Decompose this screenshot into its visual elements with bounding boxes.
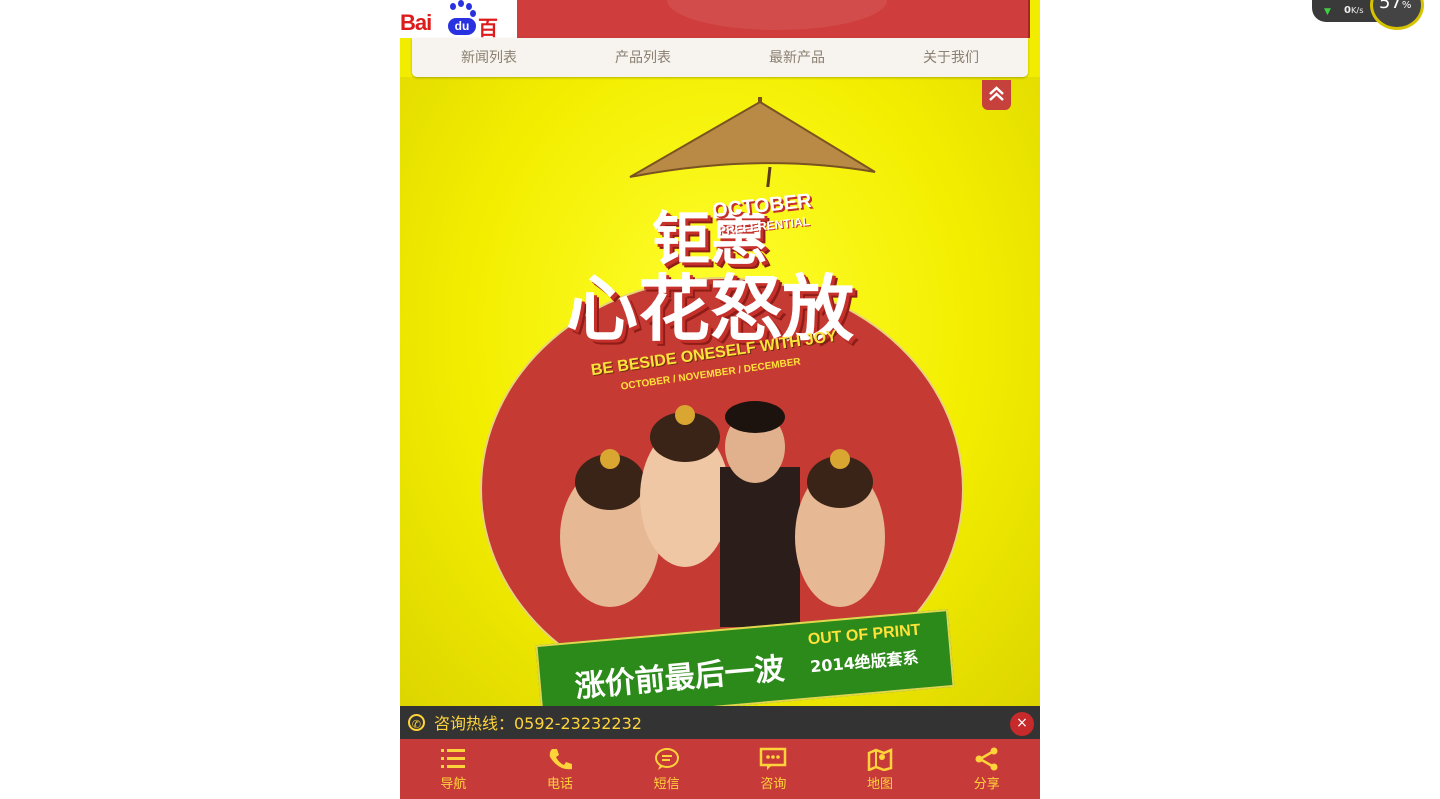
usage-percent: 57% [1379,0,1412,13]
bottom-item-label: 导航 [440,777,467,792]
hotline-bar: ✆ 咨询热线：0592-23232232 × [400,706,1040,739]
phone-circle-icon: ✆ [408,714,425,731]
list-icon [441,749,466,768]
nav-item-products[interactable]: 产品列表 [566,38,720,77]
nav-item-about[interactable]: 关于我们 [874,38,1028,77]
mobile-page: Bai du 百度 钜惠 心花怒放 OCTOBER PREFERENTIAL B… [400,0,1040,799]
close-hotline-button[interactable]: × [1010,712,1034,736]
top-nav: 新闻列表 产品列表 最新产品 关于我们 [412,38,1028,77]
speed-readout: 0K/s [1344,5,1364,16]
bottom-item-label: 分享 [973,777,1000,792]
promo-banner[interactable]: 钜惠 心花怒放 OCTOBER PREFERENTIAL BE BESIDE O… [400,77,1040,723]
double-chevron-up-icon [989,86,1004,101]
ribbon-year-text: 2014绝版套系 [809,647,920,677]
network-speed-widget[interactable]: ▼ 0K/s 57% [1312,0,1430,30]
nav-item-news[interactable]: 新闻列表 [412,38,566,77]
paw-dot [466,3,472,10]
bottom-item-phone[interactable]: 电话 [507,739,614,799]
phone-icon [549,749,572,770]
bottom-item-label: 短信 [653,777,680,792]
bottom-item-label: 电话 [547,777,574,792]
logo-du-text: du [448,18,476,35]
banner-headline: 钜惠 心花怒放 [550,207,870,347]
header-red-bar [517,0,1030,38]
bottom-item-label: 地图 [867,777,894,792]
map-icon [867,748,893,771]
straw-umbrella-graphic [629,97,876,187]
message-icon [760,747,787,770]
chat-bubble-icon [654,748,679,770]
nav-item-new-products[interactable]: 最新产品 [720,38,874,77]
ribbon-cn-text: 涨价前最后一波 [573,651,786,705]
top-header: Bai du 百度 [400,0,1040,69]
logo-bai-text: Bai [400,10,432,35]
paw-dot [450,3,456,10]
bottom-action-bar: 导航 电话 短信 咨询 地图 分享 [400,739,1040,799]
bottom-item-consult[interactable]: 咨询 [720,739,827,799]
paw-dot [458,0,464,7]
download-arrow-icon: ▼ [1324,7,1331,17]
collapse-nav-button[interactable] [982,80,1011,110]
bottom-item-label: 咨询 [760,777,787,792]
bottom-item-nav[interactable]: 导航 [400,739,507,799]
hotline-text[interactable]: 咨询热线：0592-23232232 [434,706,642,742]
bottom-item-map[interactable]: 地图 [827,739,934,799]
couple-photo-illustration [560,401,885,627]
share-icon [975,747,998,771]
headline-line-1: 钜惠 [651,205,768,273]
bottom-item-share[interactable]: 分享 [933,739,1040,799]
baidu-logo[interactable]: Bai du 百度 [400,0,517,69]
paw-dot [470,10,476,17]
bottom-item-sms[interactable]: 短信 [613,739,720,799]
